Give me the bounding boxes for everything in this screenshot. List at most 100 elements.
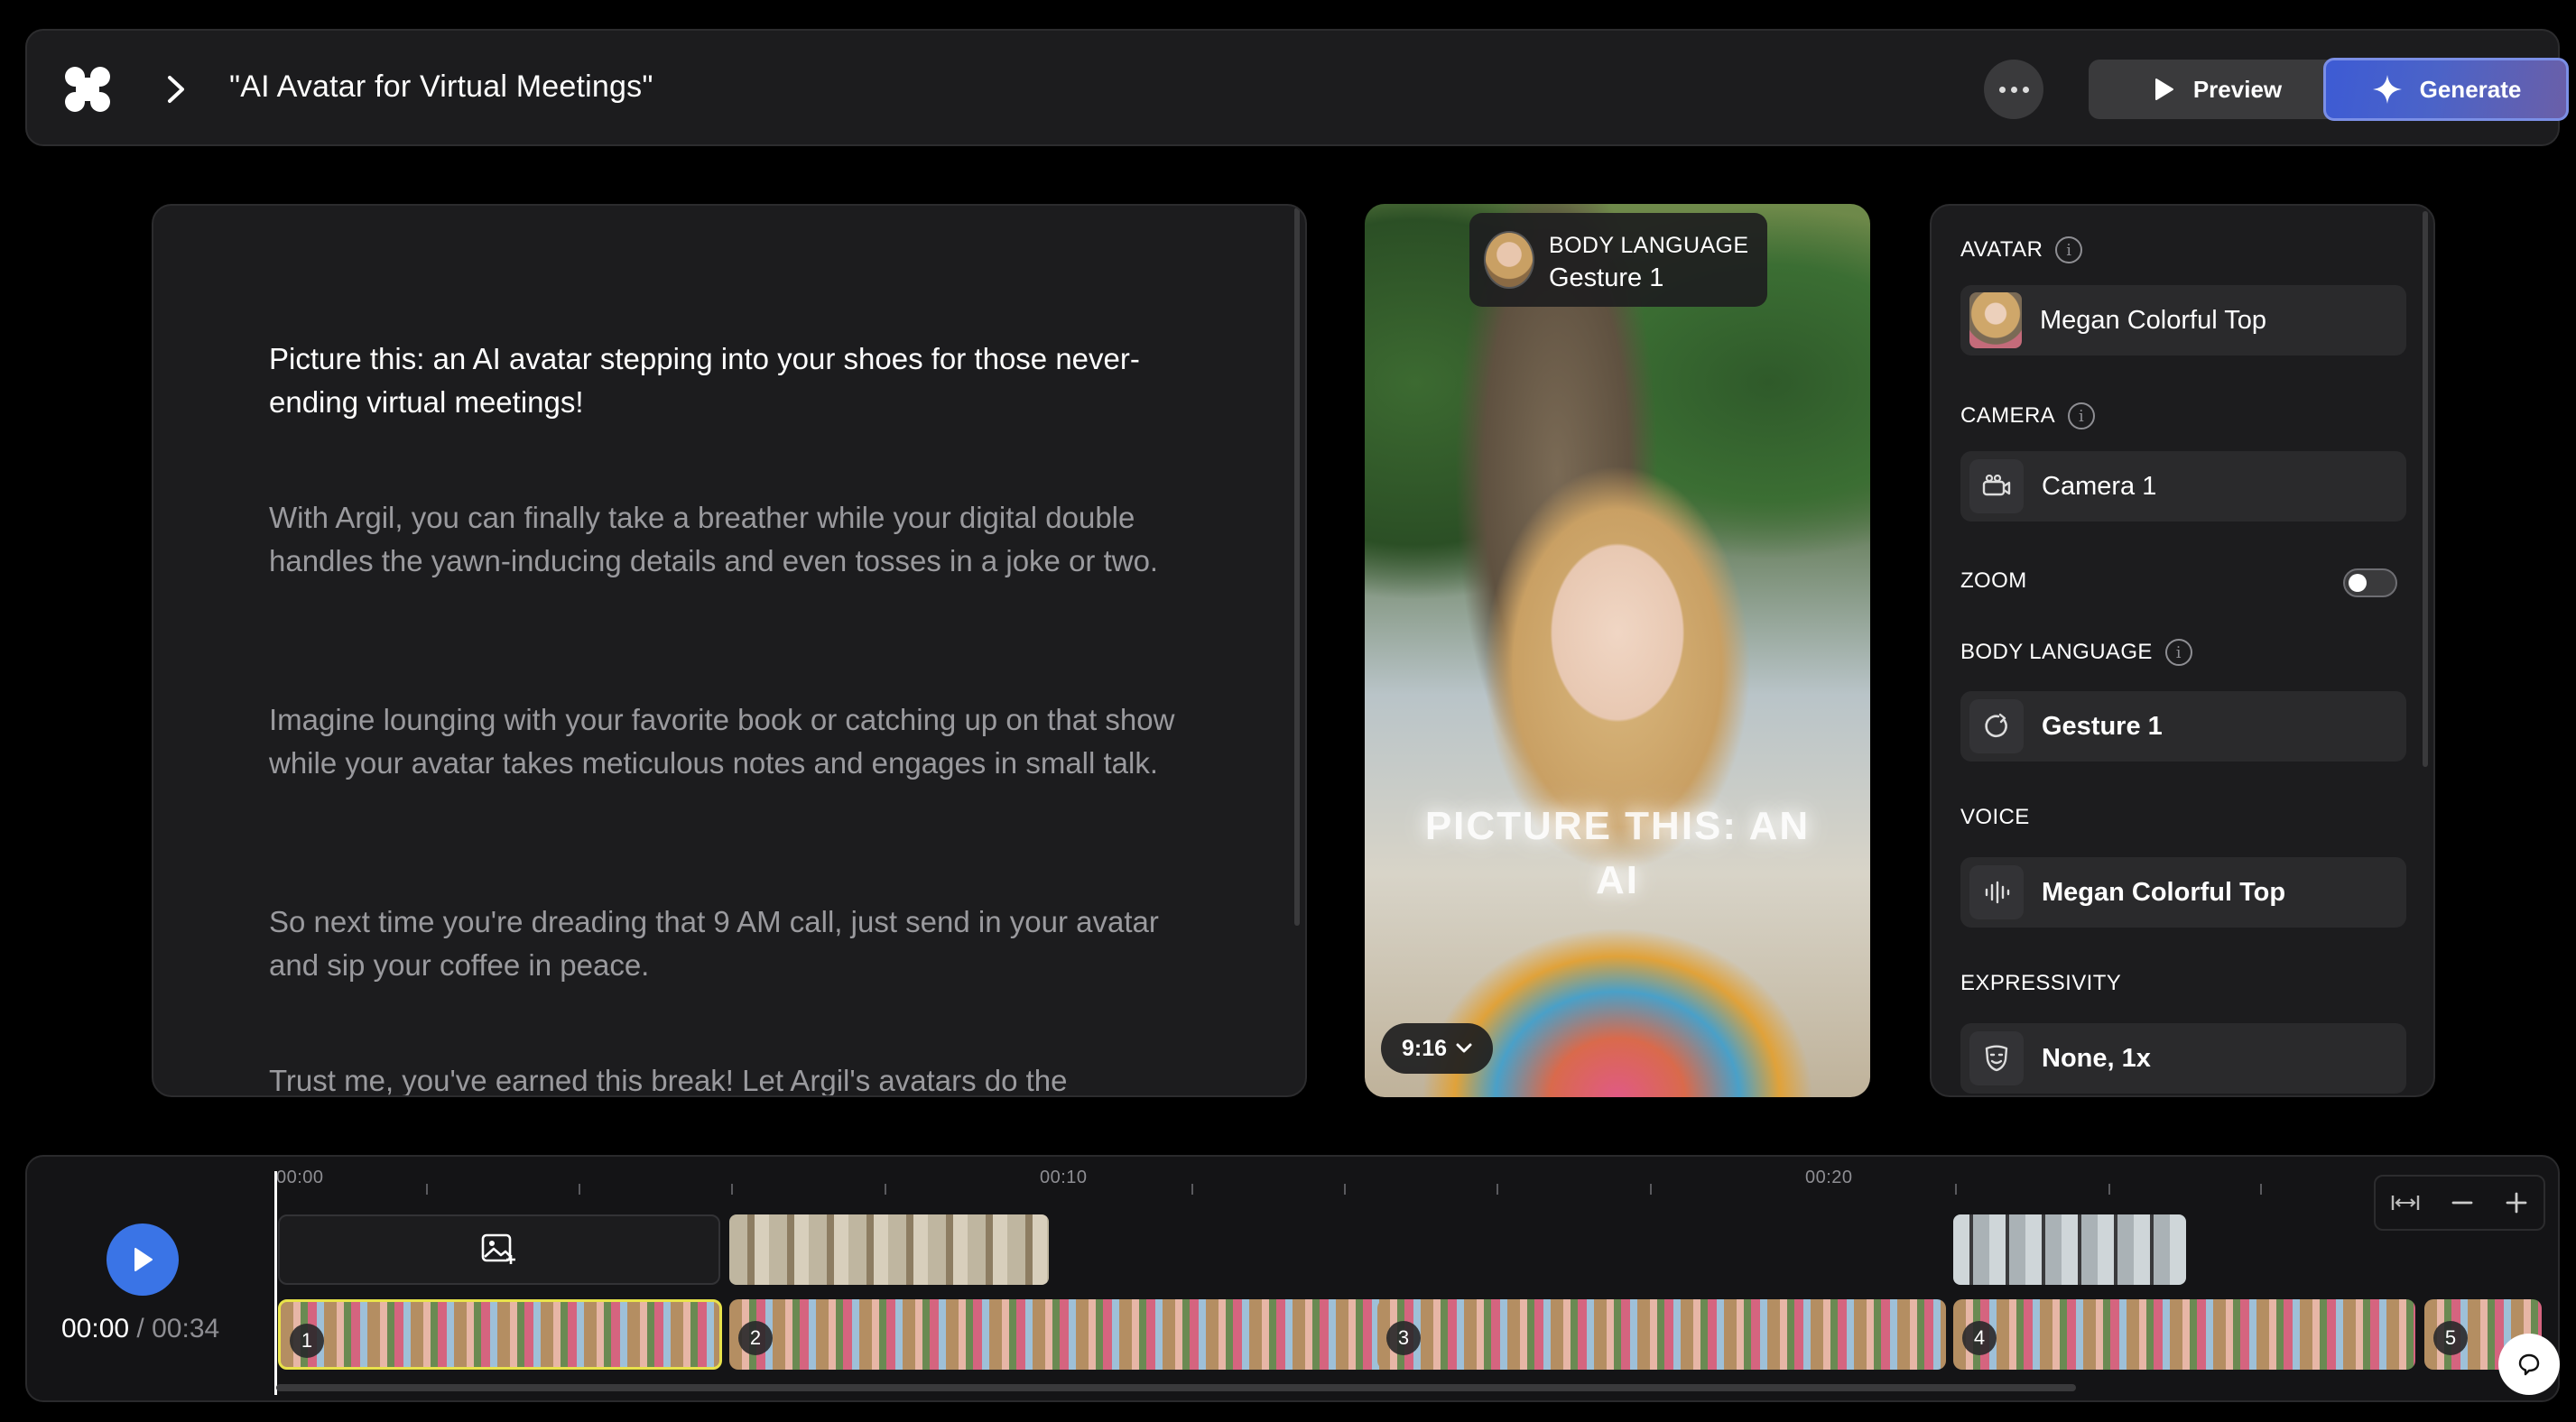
script-editor[interactable]: Picture this: an AI avatar stepping into… — [152, 204, 1307, 1097]
ruler-tick — [1191, 1184, 1193, 1195]
script-paragraph[interactable]: So next time you're dreading that 9 AM c… — [269, 900, 1199, 987]
expressivity-value: None, 1x — [2042, 1043, 2151, 1073]
timeline-zoom-controls — [2374, 1175, 2545, 1231]
zoom-label: ZOOM — [1960, 568, 2027, 593]
ruler-tick — [2108, 1184, 2110, 1195]
body-language-badge-value: Gesture 1 — [1549, 263, 1664, 292]
timeline-clip[interactable]: 4 — [1953, 1299, 2415, 1370]
clip-number: 3 — [1386, 1321, 1421, 1355]
avatar-thumbnail — [1969, 292, 2022, 348]
dot-icon — [1998, 86, 2006, 93]
zoom-in-icon[interactable] — [2504, 1190, 2529, 1215]
expressivity-label: EXPRESSIVITY — [1960, 971, 2122, 995]
camera-icon — [1969, 459, 2024, 513]
camera-section-label: CAMERA i — [1960, 402, 2096, 429]
add-image-icon — [481, 1233, 515, 1264]
clip-number: 1 — [290, 1324, 324, 1358]
info-icon[interactable]: i — [2055, 236, 2083, 263]
timeline-clip[interactable]: 3 — [1377, 1299, 1946, 1370]
body-language-badge[interactable]: BODY LANGUAGE Gesture 1 — [1469, 213, 1767, 307]
ruler-tick — [731, 1184, 733, 1195]
info-icon[interactable]: i — [2068, 402, 2096, 429]
play-icon — [2154, 78, 2173, 100]
script-paragraph[interactable]: Imagine lounging with your favorite book… — [269, 698, 1199, 785]
voice-selector[interactable]: Megan Colorful Top — [1960, 857, 2406, 928]
script-paragraph[interactable]: With Argil, you can finally take a breat… — [269, 496, 1199, 583]
camera-value: Camera 1 — [2042, 471, 2157, 501]
add-media-slot[interactable] — [278, 1214, 720, 1285]
body-language-badge-label: BODY LANGUAGE — [1549, 233, 1749, 258]
voice-label: VOICE — [1960, 805, 2030, 829]
app-logo-icon[interactable] — [63, 65, 112, 114]
settings-panel: AVATAR i Megan Colorful Top CAMERA i Cam… — [1930, 204, 2435, 1097]
time-display: 00:00 / 00:34 — [61, 1314, 219, 1344]
body-language-section-label: BODY LANGUAGE i — [1960, 639, 2192, 666]
timeline-clip[interactable]: 2 — [729, 1299, 1394, 1370]
chevron-right-icon — [168, 76, 184, 103]
generate-button[interactable]: Generate — [2323, 58, 2569, 121]
broll-clip[interactable] — [1953, 1214, 2186, 1285]
zoom-out-icon[interactable] — [2450, 1190, 2475, 1215]
more-options-button[interactable] — [1984, 60, 2043, 119]
video-preview[interactable]: BODY LANGUAGE Gesture 1 PICTURE THIS: AN… — [1365, 204, 1870, 1097]
playhead[interactable] — [274, 1171, 277, 1395]
script-scrollbar[interactable] — [1294, 208, 1300, 926]
aspect-ratio-dropdown[interactable]: 9:16 — [1381, 1023, 1493, 1074]
expressivity-section-label: EXPRESSIVITY — [1960, 971, 2121, 996]
current-time: 00:00 — [61, 1314, 130, 1344]
ruler-label: 00:10 — [1040, 1168, 1088, 1187]
ruler-tick — [885, 1184, 886, 1195]
zoom-section-label: ZOOM — [1960, 568, 2027, 594]
generate-label: Generate — [2419, 75, 2522, 103]
preview-label: Preview — [2192, 75, 2283, 103]
avatar-selector[interactable]: Megan Colorful Top — [1960, 285, 2406, 356]
ruler-tick — [1344, 1184, 1346, 1195]
project-title[interactable]: "AI Avatar for Virtual Meetings" — [229, 69, 653, 105]
avatar-value: Megan Colorful Top — [2040, 305, 2266, 335]
subtitle-caption: PICTURE THIS: AN AI — [1424, 804, 1811, 902]
body-language-value: Gesture 1 — [2042, 711, 2163, 741]
broll-clip[interactable] — [729, 1214, 1049, 1285]
ruler-tick — [1650, 1184, 1652, 1195]
camera-label: CAMERA — [1960, 403, 2056, 428]
body-language-selector[interactable]: Gesture 1 — [1960, 691, 2406, 762]
sparkle-icon — [2372, 75, 2402, 104]
chevron-down-icon — [1456, 1043, 1472, 1053]
timeline: 00:00 / 00:34 00:00 00:10 00:20 1 2 3 4 … — [25, 1155, 2560, 1402]
chat-bubble-icon — [2518, 1353, 2540, 1376]
total-time: 00:34 — [152, 1314, 220, 1344]
ruler-tick — [426, 1184, 428, 1195]
ruler-label: 00:20 — [1805, 1168, 1853, 1187]
toggle-knob — [2349, 574, 2367, 592]
script-paragraph[interactable]: Trust me, you've earned this break! Let … — [269, 1059, 1199, 1095]
top-bar: "AI Avatar for Virtual Meetings" Preview… — [25, 29, 2569, 146]
clip-number: 2 — [738, 1321, 773, 1355]
clip-number: 5 — [2433, 1321, 2468, 1355]
timeline-clip[interactable]: 1 — [278, 1299, 722, 1370]
preview-button[interactable]: Preview — [2089, 60, 2347, 119]
time-separator: / — [136, 1314, 144, 1344]
info-icon[interactable]: i — [2164, 639, 2192, 666]
play-button[interactable] — [107, 1223, 179, 1296]
timeline-scrollbar[interactable] — [276, 1384, 2076, 1391]
ruler-tick — [2260, 1184, 2262, 1195]
dot-icon — [2010, 86, 2017, 93]
avatar-section-label: AVATAR i — [1960, 236, 2083, 263]
zoom-toggle[interactable] — [2343, 568, 2397, 597]
clip-number: 4 — [1962, 1321, 1997, 1355]
camera-selector[interactable]: Camera 1 — [1960, 451, 2406, 522]
mask-icon — [1969, 1031, 2024, 1085]
body-language-label: BODY LANGUAGE — [1960, 640, 2153, 664]
ruler-label: 00:00 — [276, 1168, 324, 1187]
expressivity-selector[interactable]: None, 1x — [1960, 1023, 2406, 1094]
ruler-tick — [1496, 1184, 1498, 1195]
gesture-icon — [1969, 699, 2024, 753]
avatar-label: AVATAR — [1960, 237, 2043, 262]
fit-to-width-icon[interactable] — [2390, 1193, 2421, 1213]
avatar-thumbnail — [1484, 231, 1534, 289]
script-paragraph[interactable]: Picture this: an AI avatar stepping into… — [269, 337, 1199, 424]
play-icon — [134, 1248, 153, 1271]
aspect-ratio-value: 9:16 — [1401, 1035, 1448, 1061]
chat-support-button[interactable] — [2498, 1334, 2560, 1395]
settings-scrollbar[interactable] — [2423, 211, 2428, 767]
